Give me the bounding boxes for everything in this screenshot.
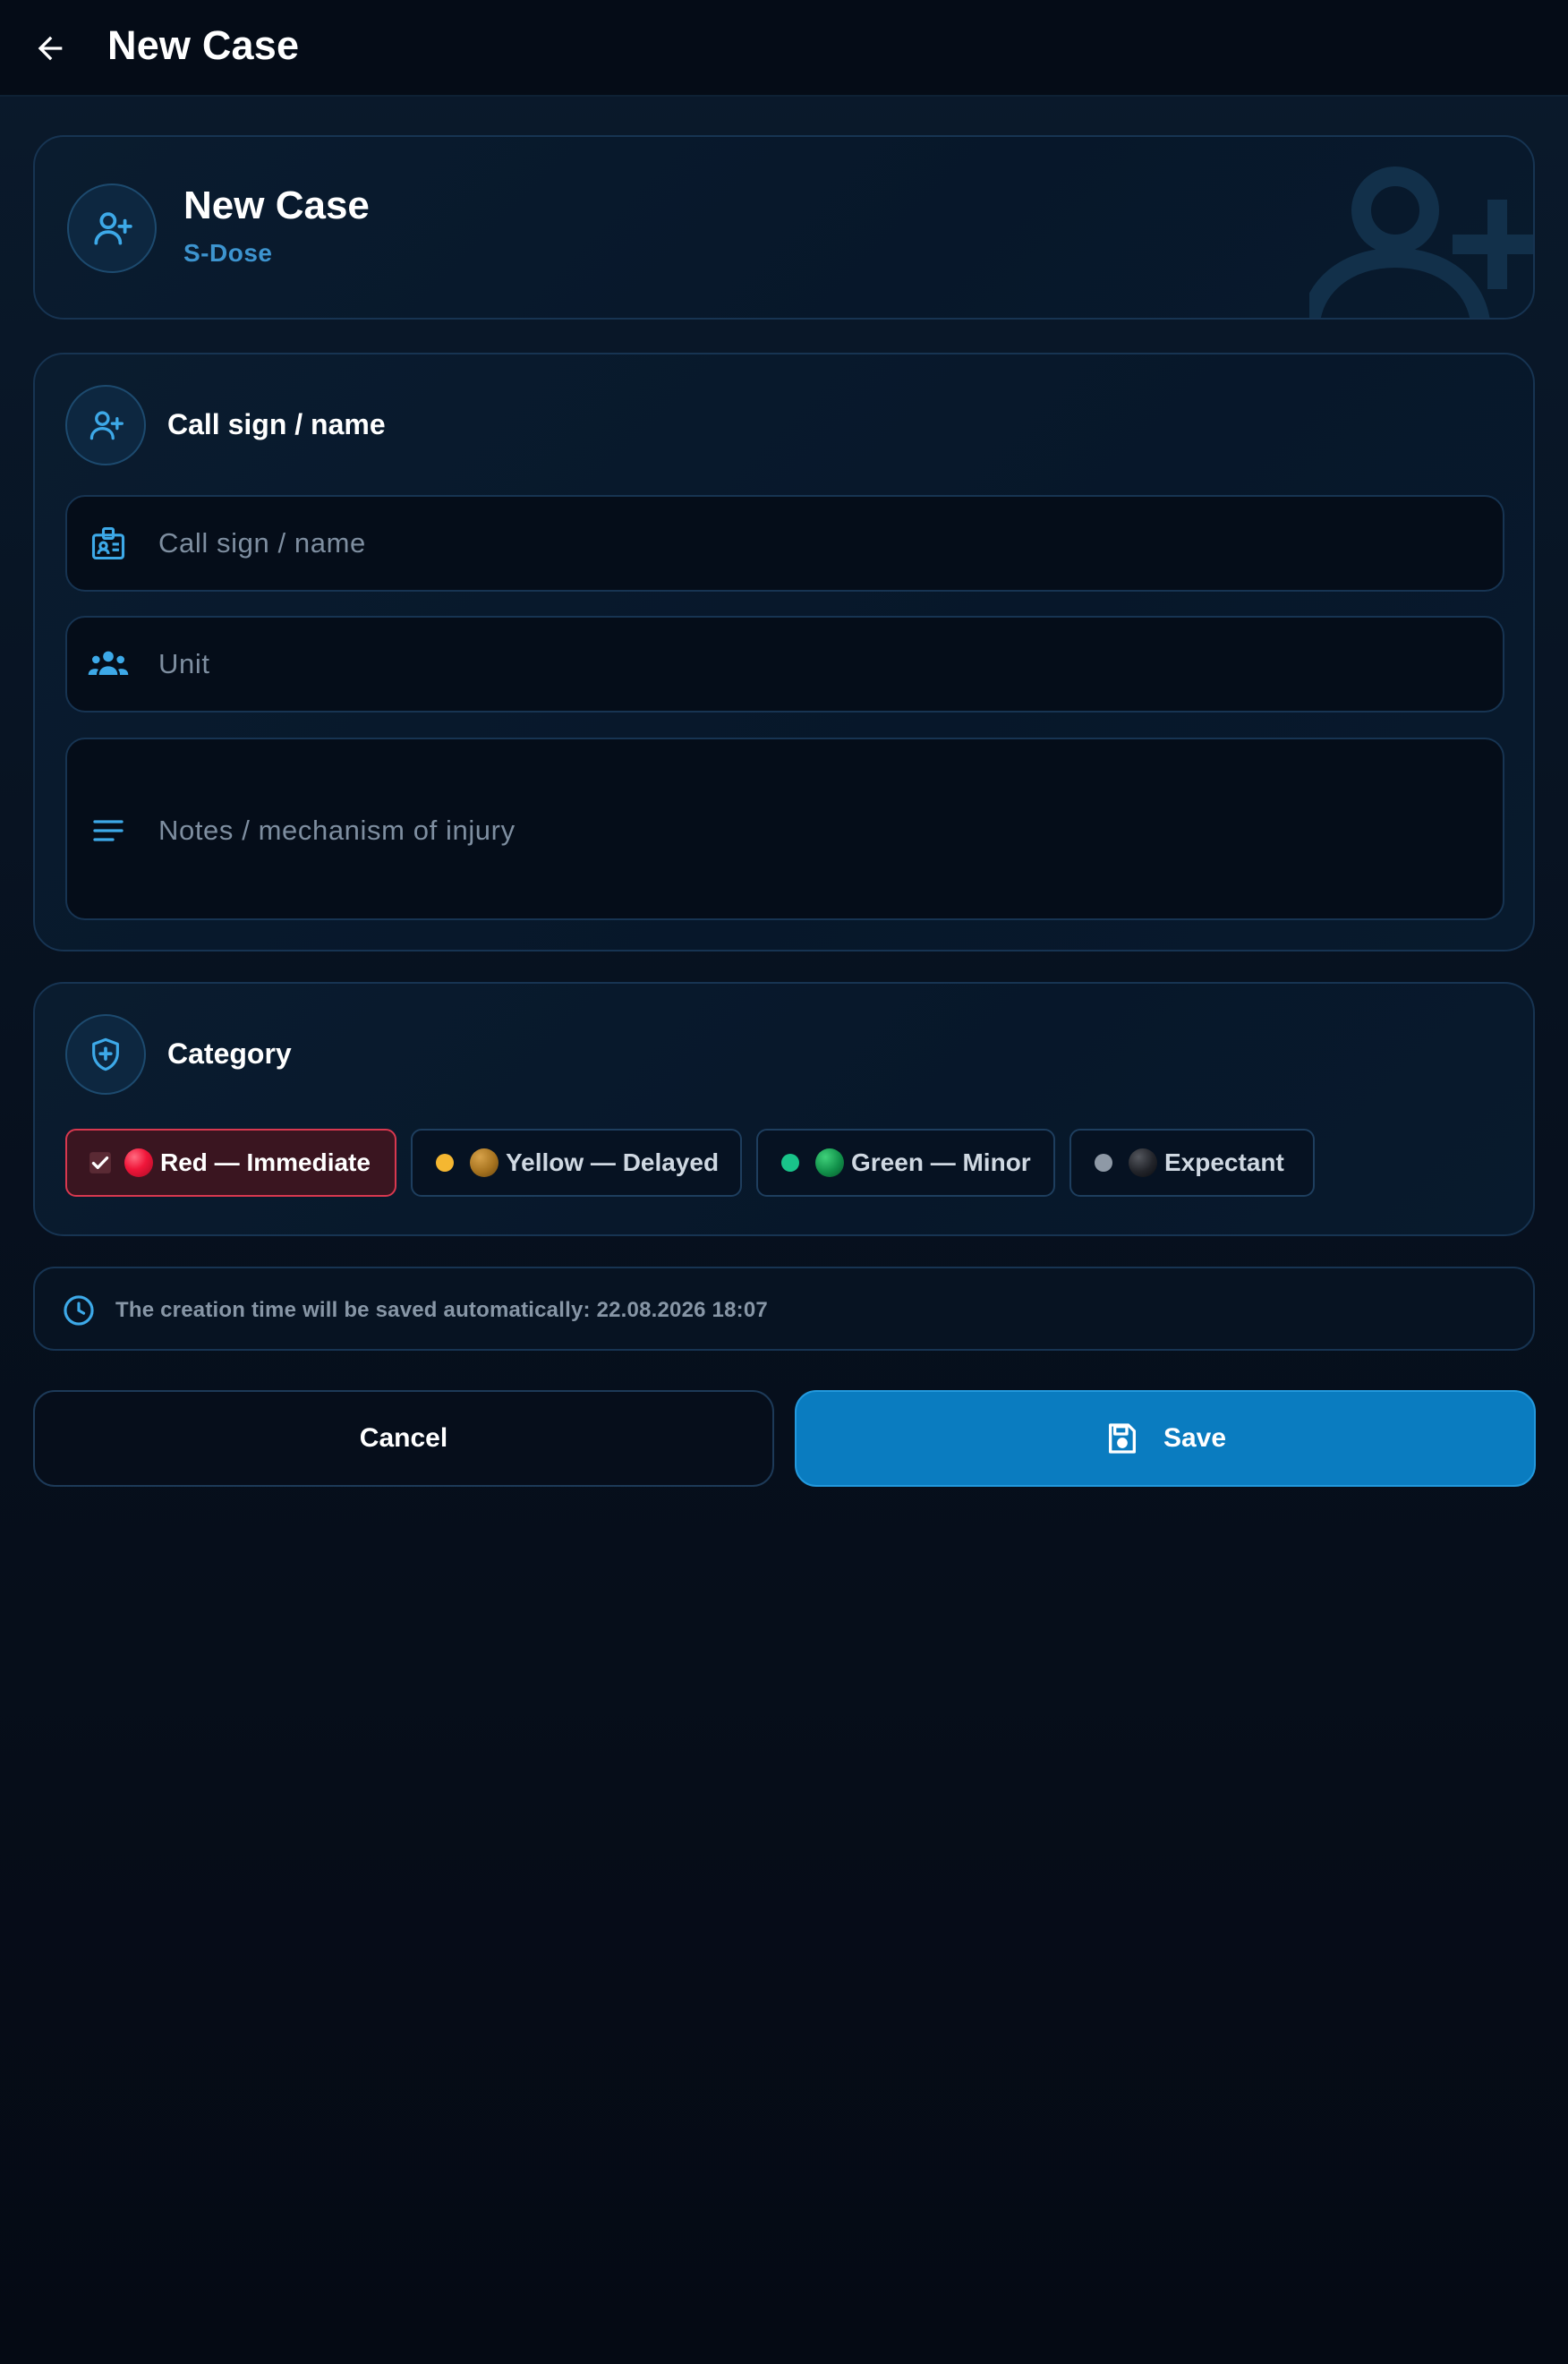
check-icon bbox=[89, 1151, 112, 1174]
green-circle-icon bbox=[815, 1148, 844, 1177]
header-title: New Case bbox=[183, 183, 370, 227]
callsign-placeholder: Call sign / name bbox=[158, 527, 366, 559]
unit-input[interactable]: Unit bbox=[65, 616, 1504, 713]
identity-section-title: Call sign / name bbox=[167, 408, 386, 440]
header-card: New Case S-Dose bbox=[33, 135, 1535, 320]
category-chip-label: Green — Minor bbox=[851, 1148, 1031, 1176]
person-add-watermark-icon bbox=[1309, 166, 1533, 318]
save-icon bbox=[1108, 1423, 1136, 1454]
badge-icon bbox=[87, 522, 130, 565]
notes-icon bbox=[87, 809, 130, 852]
creation-time-note: The creation time will be saved automati… bbox=[33, 1267, 1535, 1351]
unit-placeholder: Unit bbox=[158, 648, 210, 679]
green-dot-icon bbox=[781, 1154, 799, 1172]
page-title: New Case bbox=[107, 22, 300, 68]
category-chip-red[interactable]: Red — Immediate bbox=[65, 1129, 396, 1197]
cancel-button-label: Cancel bbox=[359, 1423, 448, 1453]
medical-shield-icon bbox=[92, 1037, 119, 1071]
identity-section-icon-wrap bbox=[65, 385, 146, 465]
category-chip-yellow[interactable]: Yellow — Delayed bbox=[411, 1129, 742, 1197]
category-section-title: Category bbox=[167, 1037, 292, 1070]
category-chip-label: Expectant bbox=[1164, 1148, 1284, 1176]
notes-placeholder: Notes / mechanism of injury bbox=[158, 815, 516, 846]
notes-input[interactable]: Notes / mechanism of injury bbox=[65, 738, 1504, 920]
clock-icon bbox=[64, 1295, 94, 1326]
category-chip-expectant[interactable]: Expectant bbox=[1069, 1129, 1315, 1197]
header-avatar bbox=[67, 183, 157, 273]
category-chip-green[interactable]: Green — Minor bbox=[756, 1129, 1055, 1197]
creation-time-text: The creation time will be saved automati… bbox=[115, 1298, 768, 1322]
person-add-icon bbox=[94, 212, 132, 245]
category-chip-label: Red — Immediate bbox=[160, 1148, 371, 1176]
person-add-icon bbox=[89, 411, 124, 440]
header-subtitle: S-Dose bbox=[183, 239, 273, 267]
identity-card: Call sign / name Call sign / name Unit N… bbox=[33, 353, 1535, 952]
save-button-label: Save bbox=[1163, 1423, 1227, 1453]
save-button[interactable]: Save bbox=[795, 1390, 1536, 1487]
gray-dot-icon bbox=[1095, 1154, 1112, 1172]
back-button[interactable] bbox=[27, 25, 73, 72]
yellow-dot-icon bbox=[436, 1154, 454, 1172]
category-section-icon-wrap bbox=[65, 1014, 146, 1095]
black-circle-icon bbox=[1129, 1148, 1157, 1177]
yellow-circle-icon bbox=[470, 1148, 499, 1177]
category-card: Category Red — Immediate Yellow — Delaye… bbox=[33, 982, 1535, 1236]
app-bar: New Case bbox=[0, 0, 1568, 97]
red-circle-icon bbox=[124, 1148, 153, 1177]
arrow-back-icon bbox=[38, 36, 63, 61]
cancel-button[interactable]: Cancel bbox=[33, 1390, 774, 1487]
callsign-input[interactable]: Call sign / name bbox=[65, 495, 1504, 592]
category-chip-label: Yellow — Delayed bbox=[506, 1148, 720, 1176]
groups-icon bbox=[87, 643, 130, 686]
